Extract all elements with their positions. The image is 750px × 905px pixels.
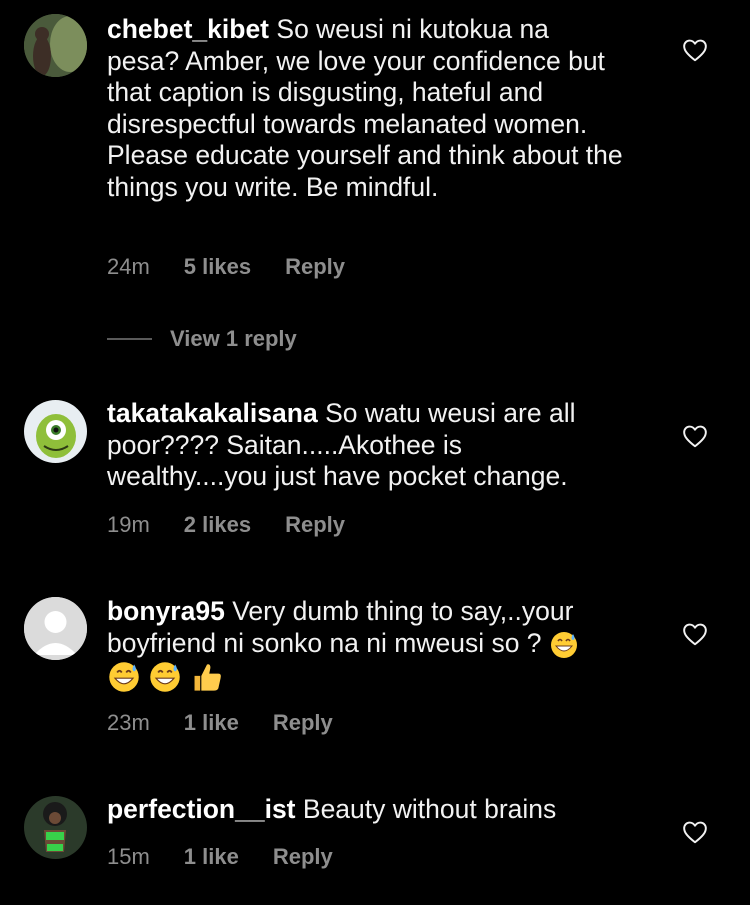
comment-time: 15m (107, 844, 150, 869)
likes-count[interactable]: 1 like (184, 844, 239, 870)
comment-meta: 19m 2 likes Reply (107, 512, 345, 538)
heart-outline-icon[interactable] (682, 622, 708, 646)
grinning-sweat-emoji (550, 631, 577, 658)
comment-time: 23m (107, 710, 150, 735)
likes-count[interactable]: 2 likes (184, 512, 251, 538)
heart-outline-icon[interactable] (682, 820, 708, 844)
avatar[interactable] (24, 796, 87, 859)
view-replies-button[interactable]: View 1 reply (107, 326, 297, 352)
avatar[interactable] (24, 14, 87, 77)
comment-meta: 23m 1 like Reply (107, 710, 333, 736)
comment-text-block: chebet_kibet So weusi ni kutokua na pesa… (107, 14, 627, 203)
likes-count[interactable]: 5 likes (184, 254, 251, 280)
heart-outline-icon[interactable] (682, 424, 708, 448)
view-replies-label: View 1 reply (170, 326, 297, 351)
comment-username[interactable]: bonyra95 (107, 596, 225, 626)
heart-outline-icon[interactable] (682, 38, 708, 62)
reply-button[interactable]: Reply (285, 512, 345, 538)
grinning-sweat-emoji (109, 661, 139, 692)
reply-button[interactable]: Reply (285, 254, 345, 280)
likes-count[interactable]: 1 like (184, 710, 239, 736)
avatar[interactable] (24, 400, 87, 463)
comment-username[interactable]: chebet_kibet (107, 14, 269, 44)
comment-username[interactable]: takatakakalisana (107, 398, 318, 428)
comment-time: 24m (107, 254, 150, 279)
reply-button[interactable]: Reply (273, 844, 333, 870)
comment-meta: 15m 1 like Reply (107, 844, 333, 870)
comment-text-block: perfection__ist Beauty without brains (107, 794, 627, 826)
grinning-sweat-emoji (150, 661, 181, 692)
comment-username[interactable]: perfection__ist (107, 794, 296, 824)
comment-text-block: takatakakalisana So watu weusi are all p… (107, 398, 627, 493)
comment-text-block: bonyra95 Very dumb thing to say,..your b… (107, 596, 627, 694)
divider-line (107, 338, 152, 340)
reply-button[interactable]: Reply (273, 710, 333, 736)
thumbs-up-emoji (194, 663, 221, 691)
comment-text: Beauty without brains (302, 794, 557, 824)
comment-meta: 24m 5 likes Reply (107, 254, 345, 280)
comment-time: 19m (107, 512, 150, 537)
default-avatar-icon[interactable] (24, 597, 87, 660)
